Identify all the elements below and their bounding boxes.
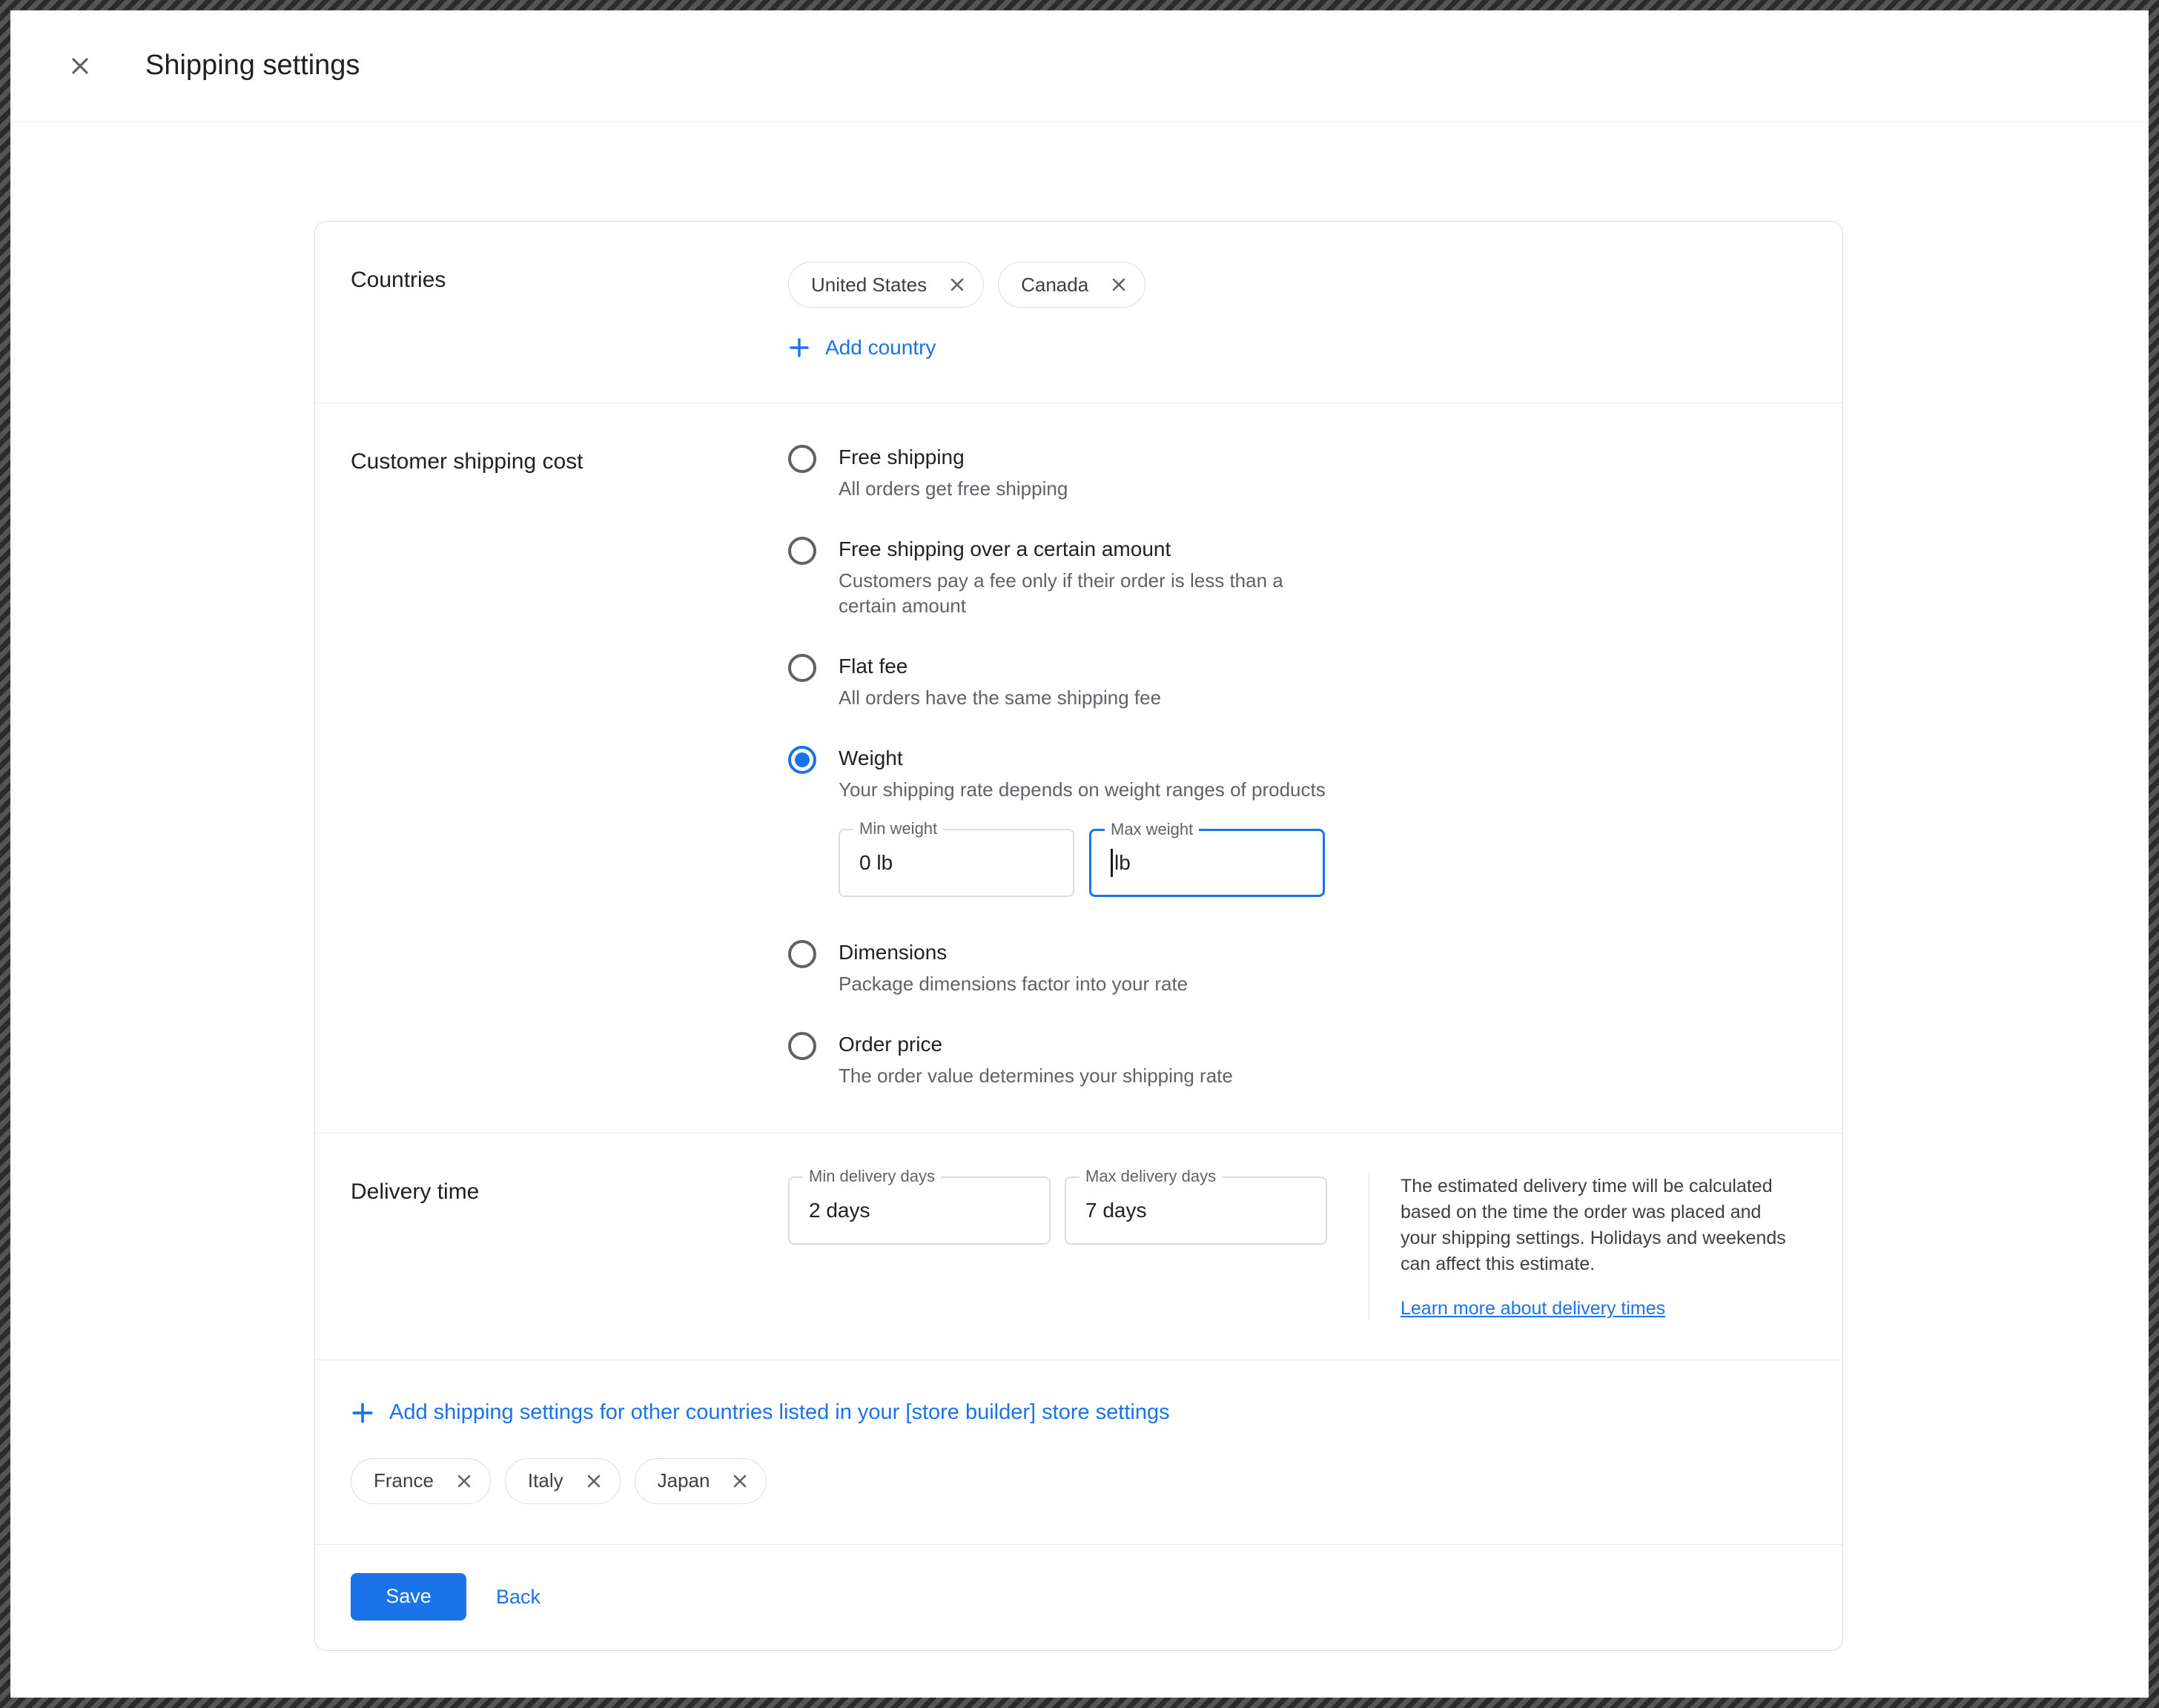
radio-free-shipping[interactable] xyxy=(788,445,816,473)
option-body: Order price The order value determines y… xyxy=(839,1030,1233,1088)
option-description: All orders have the same shipping fee xyxy=(839,685,1161,710)
section-delivery-time: Delivery time Min delivery days 2 days M… xyxy=(315,1133,1842,1360)
option-title: Free shipping over a certain amount xyxy=(839,535,1343,563)
back-button[interactable]: Back xyxy=(477,1573,560,1621)
radio-weight-selected[interactable] xyxy=(788,746,816,774)
save-button[interactable]: Save xyxy=(351,1573,466,1621)
field-text: lb xyxy=(1114,851,1131,875)
radio-dimensions[interactable] xyxy=(788,940,816,968)
shipping-option-flat-fee[interactable]: Flat fee All orders have the same shippi… xyxy=(788,652,1807,710)
option-description: Customers pay a fee only if their order … xyxy=(839,568,1343,618)
delivery-fields-row: Min delivery days 2 days Max delivery da… xyxy=(788,1174,1327,1320)
section-countries: Countries United States Canada xyxy=(315,222,1842,403)
other-country-chip-france: France xyxy=(351,1458,491,1504)
shipping-option-order-price[interactable]: Order price The order value determines y… xyxy=(788,1030,1807,1088)
close-icon xyxy=(730,1471,750,1492)
max-weight-field-value: lb xyxy=(1091,831,1323,895)
radio-flat-fee[interactable] xyxy=(788,654,816,682)
add-shipping-settings-label: Add shipping settings for other countrie… xyxy=(389,1400,1170,1425)
option-description: All orders get free shipping xyxy=(839,476,1068,501)
close-icon xyxy=(454,1471,475,1492)
shipping-cost-label: Customer shipping cost xyxy=(351,443,788,1093)
chip-label: Japan xyxy=(658,1469,710,1492)
countries-label: Countries xyxy=(351,262,788,363)
field-text: 2 days xyxy=(809,1199,870,1222)
other-country-chip-row: France Italy Japan xyxy=(351,1458,1807,1504)
min-delivery-days-field[interactable]: Min delivery days 2 days xyxy=(788,1176,1051,1245)
add-country-button[interactable]: Add country xyxy=(788,336,936,360)
delivery-note-block: The estimated delivery time will be calc… xyxy=(1401,1174,1796,1320)
header: Shipping settings xyxy=(10,10,2149,122)
remove-country-button[interactable] xyxy=(577,1464,611,1498)
radio-order-price[interactable] xyxy=(788,1032,816,1060)
plus-icon xyxy=(351,1401,374,1425)
remove-country-button[interactable] xyxy=(447,1464,481,1498)
shipping-option-weight[interactable]: Weight Your shipping rate depends on wei… xyxy=(788,744,1807,904)
option-body: Dimensions Package dimensions factor int… xyxy=(839,939,1188,996)
country-chip-row: United States Canada xyxy=(788,262,1807,308)
chip-label: United States xyxy=(811,274,927,297)
option-title: Flat fee xyxy=(839,652,1161,681)
window: Shipping settings Countries United State… xyxy=(0,0,2159,1708)
option-body: Weight Your shipping rate depends on wei… xyxy=(839,744,1326,904)
option-title: Dimensions xyxy=(839,939,1188,967)
min-weight-field-value: 0 lb xyxy=(840,830,1073,896)
remove-country-button[interactable] xyxy=(1102,268,1136,302)
shipping-option-free-shipping[interactable]: Free shipping All orders get free shippi… xyxy=(788,443,1807,501)
close-icon xyxy=(66,52,94,80)
option-title: Weight xyxy=(839,744,1326,772)
close-icon xyxy=(947,274,968,295)
delivery-time-label: Delivery time xyxy=(351,1174,788,1320)
settings-card: Countries United States Canada xyxy=(314,221,1843,1651)
delivery-time-content: Min delivery days 2 days Max delivery da… xyxy=(788,1174,1807,1320)
close-icon xyxy=(583,1471,604,1492)
add-country-label: Add country xyxy=(825,336,936,360)
min-weight-field-label: Min weight xyxy=(853,819,943,838)
max-weight-field[interactable]: Max weight lb xyxy=(1089,829,1325,897)
shipping-option-dimensions[interactable]: Dimensions Package dimensions factor int… xyxy=(788,939,1807,996)
section-shipping-cost: Customer shipping cost Free shipping All… xyxy=(315,403,1842,1133)
text-cursor xyxy=(1111,849,1113,877)
section-other-countries: Add shipping settings for other countrie… xyxy=(315,1360,1842,1545)
option-title: Free shipping xyxy=(839,443,1068,471)
min-delivery-days-value: 2 days xyxy=(790,1178,1049,1243)
countries-content: United States Canada xyxy=(788,262,1807,363)
other-country-chip-japan: Japan xyxy=(635,1458,767,1504)
country-chip-united-states: United States xyxy=(788,262,984,308)
option-body: Free shipping All orders get free shippi… xyxy=(839,443,1068,501)
add-shipping-settings-button[interactable]: Add shipping settings for other countrie… xyxy=(351,1400,1170,1425)
chip-label: France xyxy=(374,1469,434,1492)
country-chip-canada: Canada xyxy=(998,262,1145,308)
max-delivery-days-field[interactable]: Max delivery days 7 days xyxy=(1065,1176,1327,1245)
page-title: Shipping settings xyxy=(145,50,360,82)
close-button[interactable] xyxy=(53,39,107,93)
max-weight-field-label: Max weight xyxy=(1105,820,1199,839)
min-weight-field[interactable]: Min weight 0 lb xyxy=(839,829,1074,897)
option-description: Package dimensions factor into your rate xyxy=(839,971,1188,996)
delivery-note: The estimated delivery time will be calc… xyxy=(1401,1174,1796,1277)
radio-free-over-amount[interactable] xyxy=(788,537,816,565)
weight-fields-row: Min weight 0 lb Max weight lb xyxy=(839,829,1326,897)
min-delivery-days-label: Min delivery days xyxy=(803,1167,941,1186)
shipping-option-free-over-amount[interactable]: Free shipping over a certain amount Cust… xyxy=(788,535,1807,618)
remove-country-button[interactable] xyxy=(940,268,974,302)
option-body: Free shipping over a certain amount Cust… xyxy=(839,535,1343,618)
field-text: 7 days xyxy=(1085,1199,1147,1222)
max-delivery-days-value: 7 days xyxy=(1066,1178,1326,1243)
option-body: Flat fee All orders have the same shippi… xyxy=(839,652,1161,710)
plus-icon xyxy=(788,337,810,359)
chip-label: Italy xyxy=(528,1469,563,1492)
option-description: Your shipping rate depends on weight ran… xyxy=(839,777,1326,802)
other-country-chip-italy: Italy xyxy=(505,1458,621,1504)
shipping-cost-options: Free shipping All orders get free shippi… xyxy=(788,443,1807,1093)
close-icon xyxy=(1108,274,1129,295)
remove-country-button[interactable] xyxy=(723,1464,757,1498)
field-text: 0 lb xyxy=(859,851,893,875)
footer: Save Back xyxy=(315,1545,1842,1650)
delivery-times-link[interactable]: Learn more about delivery times xyxy=(1401,1298,1665,1320)
option-title: Order price xyxy=(839,1030,1233,1059)
option-description: The order value determines your shipping… xyxy=(839,1063,1233,1088)
chip-label: Canada xyxy=(1021,274,1088,297)
max-delivery-days-label: Max delivery days xyxy=(1080,1167,1222,1186)
